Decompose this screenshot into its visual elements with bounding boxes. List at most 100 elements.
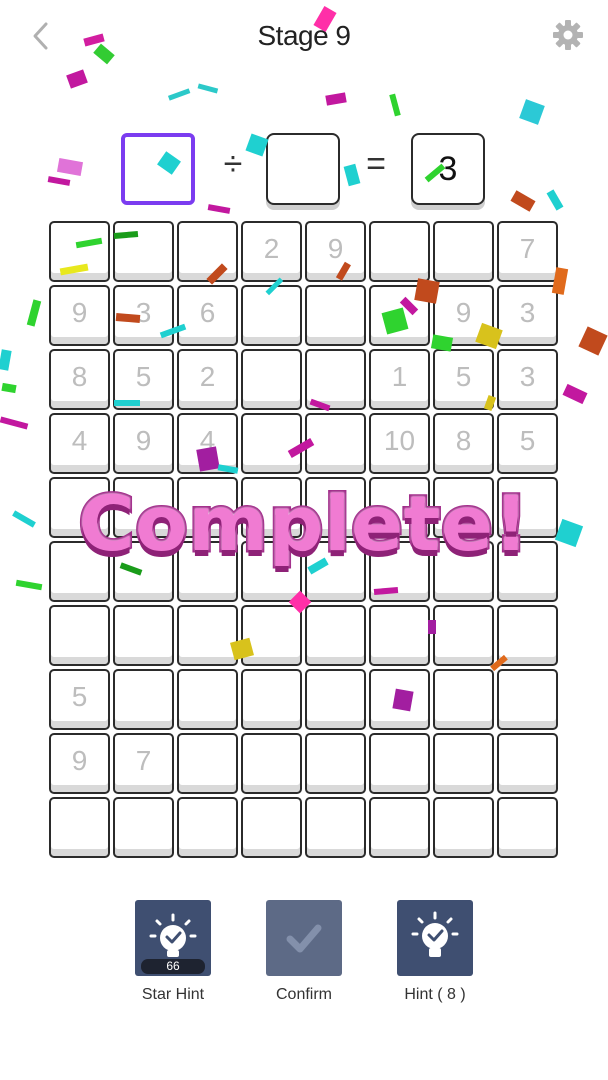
grid-cell[interactable] [497,541,558,602]
page-title: Stage 9 [257,20,351,51]
grid-cell[interactable] [369,797,430,858]
hint-button[interactable]: Hint ( 8 ) [375,900,495,1004]
grid-cell[interactable] [49,541,110,602]
grid-cell[interactable] [177,669,238,730]
star-hint-button[interactable]: 66 Star Hint [113,900,233,1004]
grid-cell[interactable] [305,349,366,410]
grid-cell[interactable] [369,605,430,666]
settings-button[interactable] [551,18,585,52]
equals-sign: = [366,145,386,183]
grid-cell[interactable]: 4 [177,413,238,474]
grid-cell[interactable] [113,797,174,858]
grid-cell[interactable] [241,285,302,346]
grid-cell[interactable] [241,669,302,730]
grid-cell[interactable] [177,797,238,858]
grid-cell[interactable] [113,477,174,538]
grid-cell[interactable] [241,797,302,858]
grid-cell[interactable]: 3 [497,349,558,410]
grid-cell[interactable] [305,669,366,730]
operand1-slot[interactable] [121,133,195,205]
grid-cell[interactable]: 9 [49,733,110,794]
confetti-piece [12,510,36,528]
grid-cell[interactable] [369,669,430,730]
grid-cell[interactable]: 9 [305,221,366,282]
grid-cell[interactable]: 7 [113,733,174,794]
grid-cell[interactable] [177,477,238,538]
grid-cell[interactable] [49,797,110,858]
grid-cell[interactable]: 8 [49,349,110,410]
bottom-toolbar: 66 Star Hint Confirm Hint (8) [0,900,608,1020]
grid-cell[interactable]: 3 [497,285,558,346]
grid-cell[interactable] [433,605,494,666]
grid-cell[interactable] [433,669,494,730]
grid-cell[interactable]: 5 [49,669,110,730]
grid-cell[interactable] [241,605,302,666]
confetti-piece [519,99,545,125]
grid-cell[interactable] [113,605,174,666]
grid-cell[interactable]: 9 [49,285,110,346]
grid-cell[interactable] [497,605,558,666]
grid-cell[interactable] [241,733,302,794]
grid-cell[interactable] [497,669,558,730]
grid-cell[interactable] [177,605,238,666]
check-icon [286,924,322,953]
confirm-button[interactable]: Confirm [244,900,364,1004]
grid-cell[interactable] [497,733,558,794]
grid-cell[interactable] [49,605,110,666]
grid-cell[interactable] [433,733,494,794]
confetti-piece [197,83,219,94]
grid-cell[interactable] [433,797,494,858]
grid-cell[interactable] [369,477,430,538]
grid-cell[interactable] [241,413,302,474]
grid-cell[interactable]: 1 [369,349,430,410]
gear-icon [553,20,583,50]
grid-cell[interactable]: 10 [369,413,430,474]
grid-cell[interactable]: 2 [177,349,238,410]
grid-cell[interactable] [433,221,494,282]
top-bar: Stage 9 [0,0,608,78]
grid-cell[interactable]: 7 [497,221,558,282]
confetti-piece [1,382,17,394]
grid-cell[interactable] [113,221,174,282]
grid-cell[interactable] [369,285,430,346]
grid-cell[interactable]: 5 [497,413,558,474]
grid-cell[interactable] [177,541,238,602]
grid-cell[interactable] [433,477,494,538]
grid-cell[interactable] [305,477,366,538]
grid-cell[interactable] [369,733,430,794]
grid-cell[interactable] [49,221,110,282]
grid-cell[interactable] [305,285,366,346]
grid-cell[interactable] [433,541,494,602]
grid-cell[interactable] [305,605,366,666]
grid-cell[interactable] [369,541,430,602]
grid-cell[interactable]: 5 [113,349,174,410]
grid-cell[interactable] [305,733,366,794]
grid-cell[interactable]: 5 [433,349,494,410]
grid-cell[interactable] [241,477,302,538]
grid-cell[interactable]: 9 [433,285,494,346]
grid-cell[interactable] [113,541,174,602]
grid-cell[interactable] [497,477,558,538]
grid-cell[interactable] [49,477,110,538]
confetti-piece [389,93,401,117]
grid-cell[interactable] [497,797,558,858]
grid-cell[interactable] [241,541,302,602]
grid-cell[interactable] [177,221,238,282]
operand2-slot[interactable] [266,133,340,205]
grid-cell[interactable] [177,733,238,794]
grid-cell[interactable]: 4 [49,413,110,474]
grid-cell[interactable] [113,669,174,730]
grid-cell[interactable]: 6 [177,285,238,346]
grid-cell[interactable]: 9 [113,413,174,474]
grid-cell[interactable] [305,413,366,474]
confetti-piece [554,518,584,548]
grid-cell[interactable]: 8 [433,413,494,474]
grid-cell[interactable] [369,221,430,282]
grid-cell[interactable] [305,797,366,858]
confetti-piece [0,349,12,371]
confetti-piece [0,416,29,430]
grid-cell[interactable] [305,541,366,602]
grid-cell[interactable]: 3 [113,285,174,346]
grid-cell[interactable] [241,349,302,410]
grid-cell[interactable]: 2 [241,221,302,282]
